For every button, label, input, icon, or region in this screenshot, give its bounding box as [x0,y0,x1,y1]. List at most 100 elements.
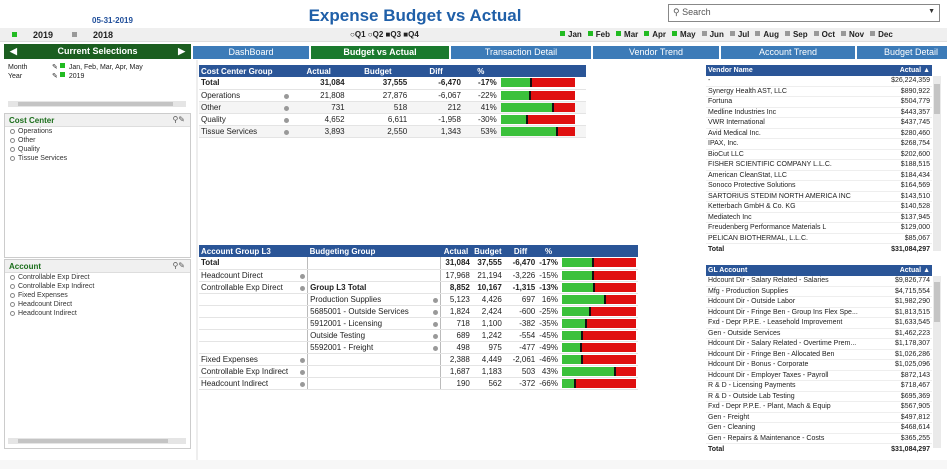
table-row[interactable]: Hdcount Dir - Bonus - Corporate $1,025,09… [706,359,932,371]
month-may[interactable]: May [672,30,699,39]
expand-icon[interactable] [300,369,306,375]
table-row[interactable]: Hdcount Dir - Salary Related - Overtime … [706,338,932,350]
expand-icon[interactable] [300,357,306,363]
table-row[interactable]: 5912001 - Licensing 718 1,100 -382 -35% [199,317,638,330]
col-header[interactable]: Budget [471,245,504,257]
table-row[interactable]: Hdcount Dir - Salary Related - Salaries $… [706,275,932,287]
total-row[interactable]: Total 31,084 37,555 -6,470 -17% [199,77,586,90]
list-item[interactable]: Operations [5,127,190,136]
list-item[interactable]: Other [5,136,190,145]
table-row[interactable]: BioCut LLC $202,600 [706,149,932,160]
year-filter-2019[interactable]: 2019 [12,30,53,40]
gl-scrollbar[interactable] [933,276,941,448]
list-item[interactable]: Controllable Exp Direct [5,273,190,282]
table-row[interactable]: Sonoco Protective Solutions $164,569 [706,180,932,192]
month-nov[interactable]: Nov [840,30,867,39]
month-feb[interactable]: Feb [587,30,613,39]
quarter-q3[interactable]: ■Q3 [386,30,402,39]
year-filter-2018[interactable]: 2018 [72,30,113,40]
quarter-q2[interactable]: ○Q2 [368,30,384,39]
quarter-q4[interactable]: ■Q4 [403,30,419,39]
col-header[interactable]: % [537,245,560,257]
table-row[interactable]: PELICAN BIOTHERMAL, L.L.C. $85,067 [706,233,932,244]
vendor-scrollbar[interactable] [933,76,941,251]
month-sep[interactable]: Sep [784,30,811,39]
table-row[interactable]: Hdcount Dir - Outside Labor $1,982,290 [706,296,932,308]
col-header[interactable]: % [462,65,499,77]
col-header[interactable]: Actual ▲ [866,65,932,76]
table-row[interactable]: Synergy Health AST, LLC $890,922 [706,86,932,97]
table-row[interactable]: Freudenberg Performance Materials L $129,… [706,222,932,234]
expand-icon[interactable] [300,381,306,387]
quarter-q1[interactable]: ○Q1 [350,30,366,39]
total-row[interactable]: Total 31,084 37,555 -6,470 -17% [199,257,638,270]
col-header[interactable]: Cost Center Group [199,65,291,77]
table-row[interactable]: Fxd - Depr P.P.E. - Plant, Mach & Equip $… [706,401,932,413]
month-jul[interactable]: Jul [729,30,753,39]
col-header[interactable]: Actual ▲ [866,265,932,276]
col-header[interactable]: GL Account [706,265,866,276]
table-row[interactable]: Ketterbach GmbH & Co. KG $140,528 [706,201,932,213]
account-scrollbar[interactable] [8,438,186,444]
expand-icon[interactable] [432,321,438,327]
search-icon[interactable]: ⚲✎ [172,261,185,270]
table-row[interactable]: Mediatech Inc $137,945 [706,212,932,223]
table-row[interactable]: Gen - Freight $497,812 [706,412,932,423]
table-row[interactable]: R & D - Outside Lab Testing $695,369 [706,391,932,402]
tab-vendor-trend[interactable]: Vendor Trend [593,46,719,59]
table-row[interactable]: Medline Industries Inc $443,357 [706,107,932,118]
expand-icon[interactable] [300,273,306,279]
col-header[interactable]: Account Group L3 [199,245,308,257]
list-item[interactable]: Quality [5,145,190,154]
table-row[interactable]: 5592001 - Freight 498 975 -477 -49% [199,341,638,354]
table-row[interactable]: Controllable Exp Direct Group L3 Total 8,8… [199,281,638,294]
col-header[interactable]: Diff [503,245,538,257]
table-row[interactable]: Mfg - Production Supplies $4,715,554 [706,286,932,297]
month-jan[interactable]: Jan [560,30,585,39]
table-row[interactable]: 5685001 - Outside Services 1,824 2,424 -600… [199,305,638,318]
month-dec[interactable]: Dec [870,30,896,39]
col-header[interactable]: Actual [290,65,347,77]
table-row[interactable]: Fixed Expenses 2,388 4,449 -2,061 -46% [199,353,638,366]
table-row[interactable]: IPAX, Inc. $268,754 [706,138,932,150]
month-aug[interactable]: Aug [755,30,782,39]
expand-icon[interactable] [432,297,438,303]
list-item[interactable]: Controllable Exp Indirect [5,282,190,291]
tab-transaction-detail[interactable]: Transaction Detail [451,46,591,59]
list-item[interactable]: Headcount Direct [5,300,190,309]
table-row[interactable]: VWR International $437,745 [706,117,932,129]
tab-account-trend[interactable]: Account Trend [721,46,855,59]
expand-icon[interactable] [283,129,289,135]
expand-icon[interactable] [283,117,289,123]
table-row[interactable]: Gen - Cleaning $468,614 [706,422,932,434]
table-row[interactable]: - $26,224,359 [706,75,932,87]
table-row[interactable]: Avid Medical Inc. $280,460 [706,128,932,139]
arrow-left-icon[interactable]: ◀ [10,44,17,59]
table-row[interactable]: Fortuna $504,779 [706,96,932,108]
table-row[interactable]: FISHER SCIENTIFIC COMPANY L.L.C. $188,515 [706,159,932,171]
table-row[interactable]: Operations 21,808 27,876 -6,067 -22% [199,89,586,102]
tab-dashboard[interactable]: DashBoard [193,46,309,59]
table-row[interactable]: Hdcount Dir - Fringe Ben - Group Ins Fle… [706,307,932,318]
sort-icon[interactable]: ▲ [923,67,930,74]
search-input[interactable]: ⚲ Search ▼ [668,4,940,22]
edit-icon[interactable]: ✎ [52,73,58,80]
tab-budget-vs-actual[interactable]: Budget vs Actual [311,46,449,59]
col-header[interactable]: Budgeting Group [307,245,441,257]
expand-icon[interactable] [283,105,289,111]
chevron-down-icon[interactable]: ▼ [928,8,935,15]
table-row[interactable]: Headcount Indirect 190 562 -372 -66% [199,377,638,390]
expand-icon[interactable] [283,93,289,99]
expand-icon[interactable] [300,285,306,291]
table-row[interactable]: Outside Testing 689 1,242 -554 -45% [199,329,638,342]
list-item[interactable]: Tissue Services [5,154,190,163]
search-icon[interactable]: ⚲✎ [172,115,185,124]
edit-icon[interactable]: ✎ [52,64,58,71]
table-row[interactable]: Hdcount Dir - Employer Taxes - Payroll $8… [706,370,932,381]
col-header[interactable]: Actual [440,245,472,257]
list-item[interactable]: Headcount Indirect [5,309,190,318]
table-row[interactable]: Gen - Outside Services $1,462,223 [706,328,932,339]
expand-icon[interactable] [432,345,438,351]
table-row[interactable]: Headcount Direct 17,968 21,194 -3,226 -15% [199,269,638,282]
table-row[interactable]: Controllable Exp Indirect 1,687 1,183 503 43… [199,365,638,378]
